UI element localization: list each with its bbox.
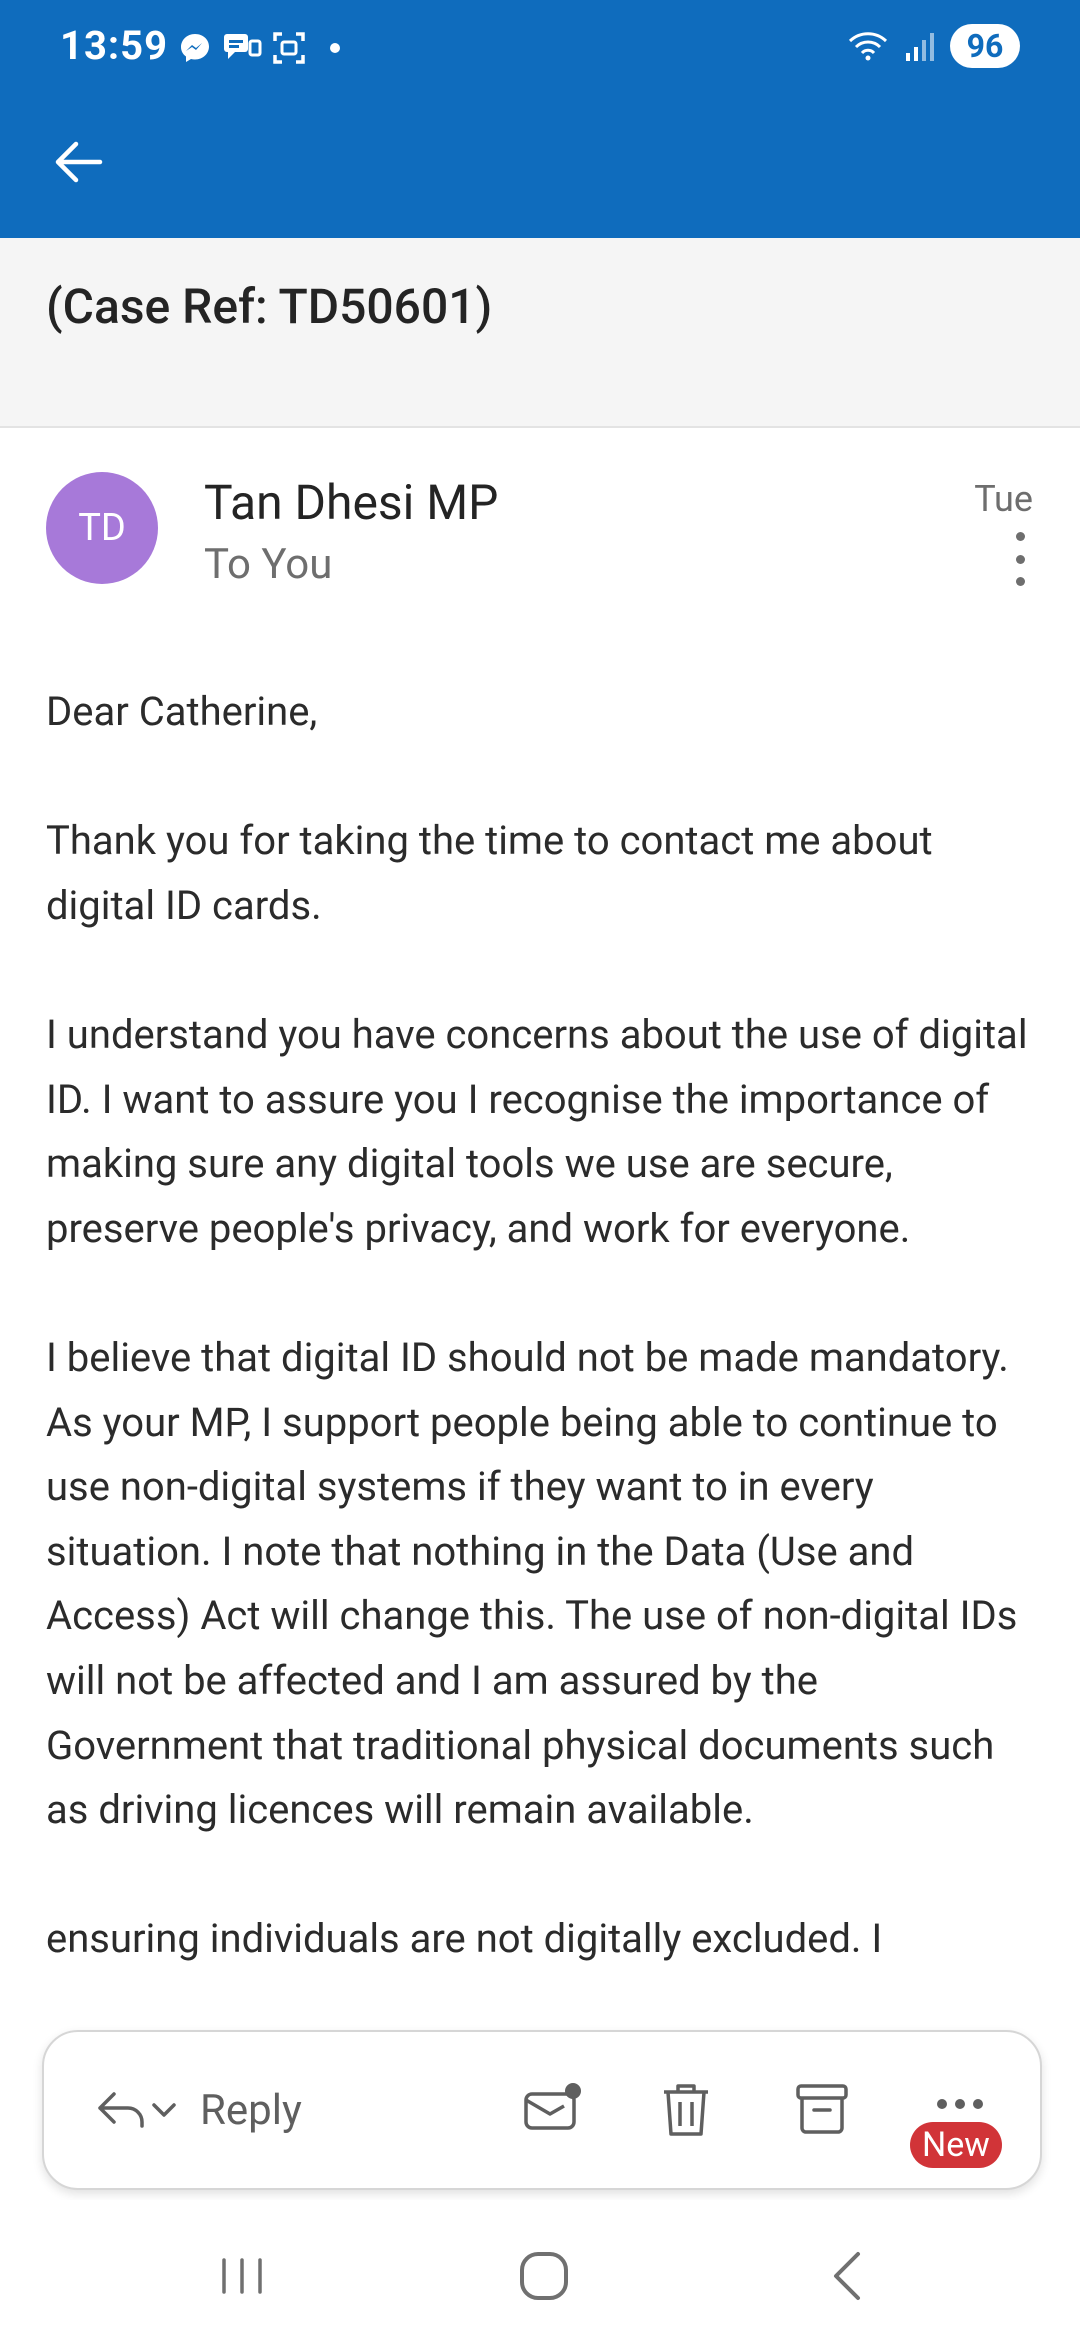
more-notifications-dot [330, 43, 340, 53]
subject-bar: (Case Ref: TD50601) [0, 238, 1080, 428]
email-body: Dear Catherine, Thank you for taking the… [46, 680, 1036, 1972]
status-time: 13:59 [60, 22, 169, 69]
signal-icon [906, 33, 934, 61]
home-icon[interactable] [512, 2244, 576, 2308]
more-vertical-icon[interactable] [1008, 532, 1032, 586]
chat-icon [224, 34, 262, 59]
action-bar: Reply New [42, 2030, 1042, 2190]
status-bar: 13:59 96 [0, 0, 1080, 96]
sender-name[interactable]: Tan Dhesi MP [204, 474, 498, 531]
new-badge: New [910, 2122, 1002, 2168]
system-nav-bar [0, 2200, 1080, 2340]
body-paragraph: I understand you have concerns about the… [46, 1010, 1028, 1252]
recipient-line[interactable]: To You [204, 540, 332, 589]
recent-apps-icon[interactable] [210, 2244, 274, 2308]
chevron-down-icon[interactable] [150, 2100, 178, 2120]
notification-icons [178, 28, 340, 68]
delete-icon[interactable] [654, 2078, 718, 2142]
avatar[interactable]: TD [46, 472, 158, 584]
body-paragraph: Thank you for taking the time to contact… [46, 817, 933, 929]
reply-icon [98, 2092, 144, 2128]
archive-icon[interactable] [790, 2078, 854, 2142]
messenger-icon [181, 34, 209, 62]
body-paragraph: Dear Catherine, [46, 688, 318, 735]
screenshot-icon [273, 32, 305, 64]
back-nav-icon[interactable] [818, 2244, 882, 2308]
wifi-icon [848, 32, 888, 61]
email-subject: (Case Ref: TD50601) [46, 278, 493, 335]
reply-label: Reply [200, 2085, 302, 2135]
body-paragraph: ensuring individuals are not digitally e… [46, 1915, 883, 1963]
status-right: 96 [846, 24, 1020, 68]
app-header: 13:59 96 [0, 0, 1080, 238]
mark-unread-icon[interactable] [520, 2078, 584, 2142]
reply-button[interactable]: Reply [94, 2078, 302, 2142]
battery-indicator: 96 [950, 24, 1020, 68]
arrow-left-icon[interactable] [46, 130, 110, 194]
body-paragraph: I believe that digital ID should not be … [46, 1333, 1018, 1834]
email-date: Tue [974, 478, 1033, 520]
